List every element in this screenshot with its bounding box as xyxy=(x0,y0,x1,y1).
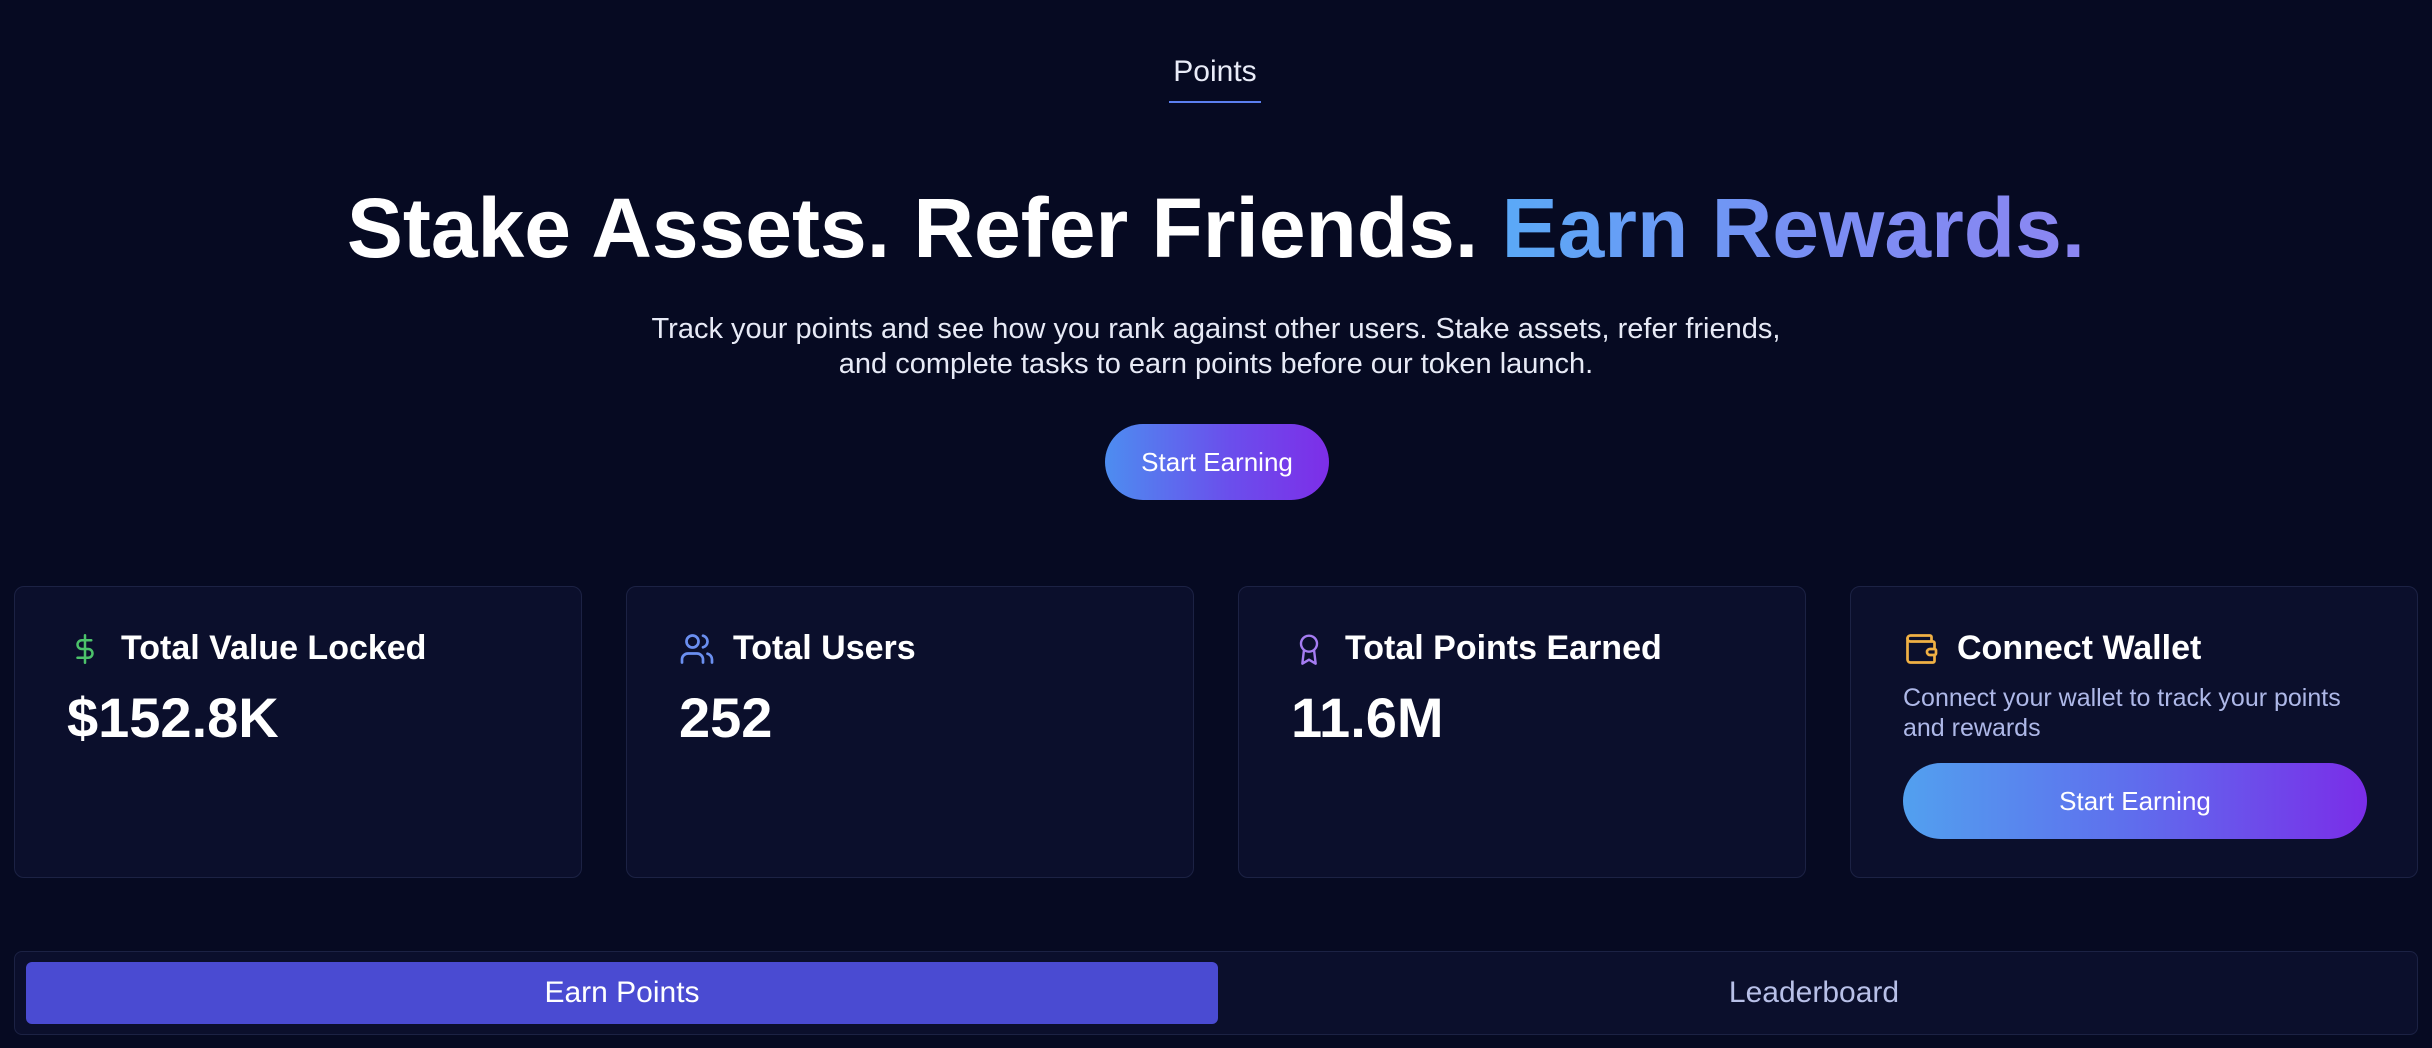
connect-wallet-card: Connect Wallet Connect your wallet to tr… xyxy=(1850,586,2418,878)
stat-card-value: 11.6M xyxy=(1291,686,1444,749)
hero-title-accent: Earn Rewards. xyxy=(1501,181,2086,275)
tab-points[interactable]: Points xyxy=(1169,55,1261,103)
stat-card-users: Total Users 252 xyxy=(626,586,1194,878)
hero-subtitle-line1: Track your points and see how you rank a… xyxy=(651,313,1781,345)
wallet-icon xyxy=(1903,631,1939,667)
connect-wallet-title: Connect Wallet xyxy=(1957,629,2202,667)
hero-title-main: Stake Assets. Refer Friends. xyxy=(346,181,1479,275)
hero-subtitle: Track your points and see how you rank a… xyxy=(516,312,1916,382)
start-earning-button[interactable]: Start Earning xyxy=(1105,424,1329,500)
points-tabs: Earn Points Leaderboard xyxy=(14,951,2418,1035)
tab-earn-points[interactable]: Earn Points xyxy=(26,962,1218,1024)
stat-card-value: 252 xyxy=(679,686,773,749)
stat-card-title: Total Users xyxy=(733,629,916,667)
stat-card-value: $152.8K xyxy=(67,686,279,749)
connect-wallet-description: Connect your wallet to track your points… xyxy=(1903,684,2341,742)
hero-subtitle-line2: and complete tasks to earn points before… xyxy=(838,348,1594,380)
stat-card-title: Total Points Earned xyxy=(1345,629,1662,667)
points-page: Points Stake Assets. Refer Friends. Earn… xyxy=(0,0,2432,1048)
hero-title: Stake Assets. Refer Friends. Earn Reward… xyxy=(0,180,2432,277)
stat-card-title: Total Value Locked xyxy=(121,629,427,667)
users-icon xyxy=(679,631,715,667)
dollar-icon xyxy=(67,631,103,667)
stat-card-header: Total Points Earned xyxy=(1291,629,1662,668)
wallet-start-earning-button[interactable]: Start Earning xyxy=(1903,763,2367,839)
stat-card-points: Total Points Earned 11.6M xyxy=(1238,586,1806,878)
stat-card-header: Total Value Locked xyxy=(67,629,426,668)
stat-card-header: Total Users xyxy=(679,629,916,668)
tab-leaderboard[interactable]: Leaderboard xyxy=(1218,962,2410,1024)
stat-card-tvl: Total Value Locked $152.8K xyxy=(14,586,582,878)
connect-wallet-header: Connect Wallet xyxy=(1903,629,2201,668)
award-icon xyxy=(1291,631,1327,667)
